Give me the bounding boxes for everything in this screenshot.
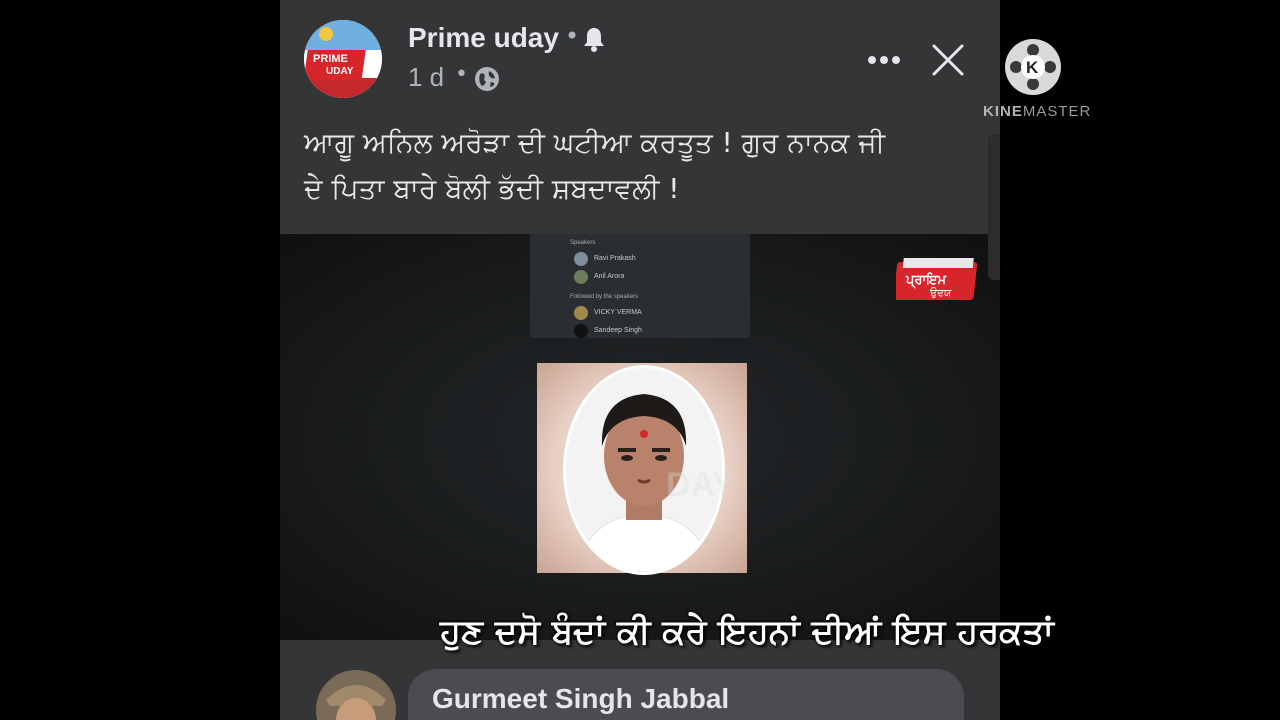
page-avatar[interactable]: PRIME UDAY A [304, 20, 382, 98]
post-caption-line-1: ਆਗੂ ਅਨਿਲ ਅਰੋੜਾ ਦੀ ਘਟੀਆ ਕਰਤੂਤ ! ਗੁਰ ਨਾਨਕ … [304, 126, 886, 159]
speaker-name: Anil Arora [594, 273, 625, 280]
svg-text:A: A [368, 65, 378, 81]
post-caption-line-2: ਦੇ ਪਿਤਾ ਬਾਰੇ ਬੋਲੀ ਭੱਦੀ ਸ਼ਬਦਾਵਲੀ ! [304, 172, 680, 205]
follower-avatar [574, 324, 588, 338]
separator-dot: • [455, 62, 468, 87]
more-icon[interactable] [866, 48, 902, 76]
left-letterbox [0, 0, 280, 720]
speakers-label: Speakers [570, 240, 596, 246]
kinemaster-logo: K [1004, 38, 1062, 100]
separator-dot: • [565, 22, 580, 50]
video-subtitle: ਹੁਣ ਦਸੋ ਬੰਦਾਂ ਕੀ ਕਰੇ ਇਹਨਾਂ ਦੀਆਂ ਇਸ ਹਰਕਤਾ… [440, 612, 1054, 652]
svg-text:UDAY: UDAY [326, 66, 354, 77]
followed-label: Followed by the speakers [570, 294, 639, 300]
video-watermark: DAY [666, 466, 735, 504]
speaker-avatar [574, 252, 588, 266]
kinemaster-wordmark-bold: KINE [983, 103, 1023, 120]
svg-text:ਉਦਯ: ਉਦਯ [929, 287, 952, 299]
prime-uday-logo: PRIME UDAY A [304, 20, 382, 98]
commenter-name[interactable]: Gurmeet Singh Jabbal [432, 683, 729, 715]
svg-text:K: K [1026, 58, 1039, 77]
svg-text:PRIME: PRIME [313, 53, 348, 65]
embedded-screenshot: Speakers Ravi Prakash Anil Arora Followe… [530, 234, 750, 338]
close-icon[interactable] [930, 42, 966, 82]
commenter-avatar[interactable] [316, 670, 396, 720]
speaker-avatar [574, 270, 588, 284]
post-caption: ਆਗੂ ਅਨਿਲ ਅਰੋੜਾ ਦੀ ਘਟੀਆ ਕਰਤੂਤ ! ਗੁਰ ਨਾਨਕ … [304, 120, 974, 212]
follower-name: Sandeep Singh [594, 327, 642, 334]
follower-name: VICKY VERMA [594, 309, 642, 316]
author-name[interactable]: Prime uday [408, 22, 559, 54]
svg-text:ਪ੍ਰਾਇਮ: ਪ੍ਰਾਇਮ [905, 272, 947, 289]
scroll-indicator[interactable] [988, 134, 1000, 280]
kinemaster-wordmark: KINEMASTER [983, 103, 1091, 120]
comment-bubble[interactable]: Gurmeet Singh Jabbal [408, 669, 964, 720]
post-header: PRIME UDAY A Prime uday • 1 d • ਆਗੂ ਅਨਿਲ… [280, 0, 1000, 234]
kinemaster-wordmark-rest: MASTER [1022, 103, 1092, 120]
comment-section: Gurmeet Singh Jabbal [280, 640, 1000, 720]
bell-icon[interactable] [583, 26, 605, 56]
globe-icon [474, 66, 500, 96]
post-timestamp[interactable]: 1 d [408, 62, 444, 93]
channel-logo-overlay: ਪ੍ਰਾਇਮ ਉਦਯ [893, 256, 982, 304]
speaker-name: Ravi Prakash [594, 255, 636, 262]
follower-avatar [574, 306, 588, 320]
video-player[interactable]: Speakers Ravi Prakash Anil Arora Followe… [280, 234, 1000, 640]
